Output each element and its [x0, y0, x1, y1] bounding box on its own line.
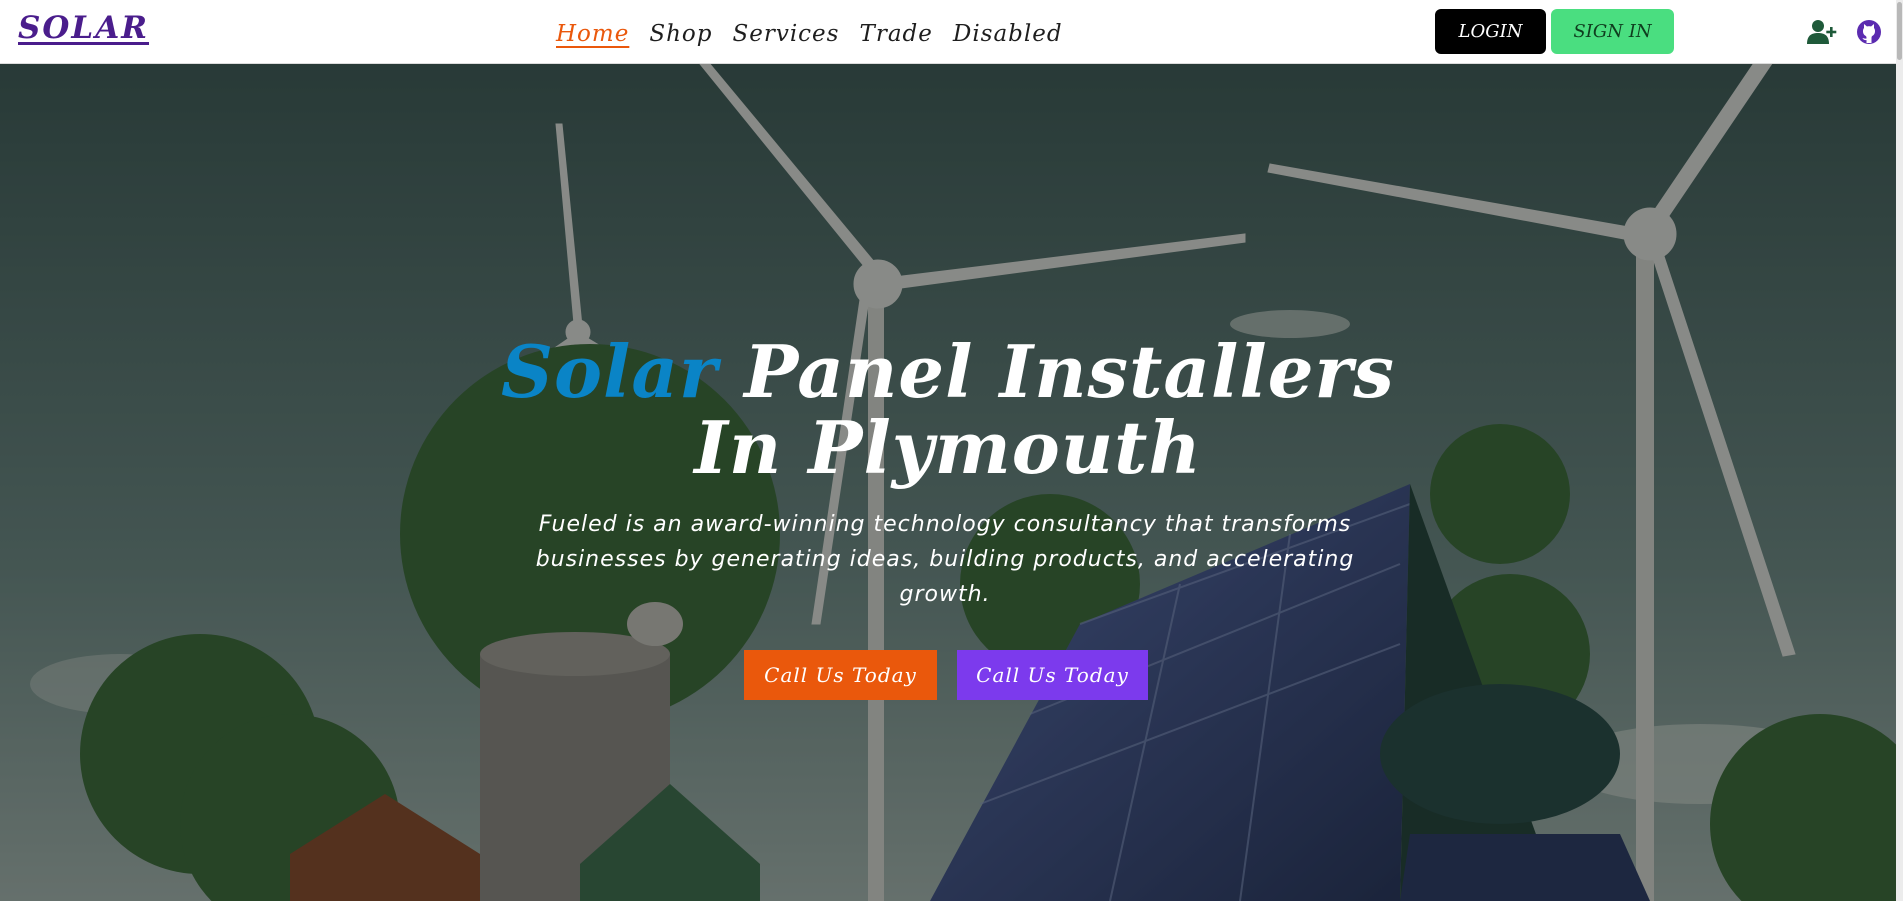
- nav-link-trade[interactable]: Trade: [859, 17, 932, 51]
- top-navbar: SOLAR Home Shop Services Trade Disabled …: [0, 0, 1903, 64]
- hero-title-accent: Solar: [501, 329, 718, 414]
- github-icon[interactable]: [1854, 17, 1884, 47]
- nav-link-shop[interactable]: Shop: [649, 17, 712, 51]
- login-button[interactable]: LOGIN: [1435, 9, 1546, 54]
- hero-subtitle: Fueled is an award-winning technology co…: [535, 512, 1355, 607]
- user-plus-icon[interactable]: [1807, 17, 1837, 47]
- hero-section: Solar Panel Installers In Plymouth Fuele…: [0, 64, 1896, 901]
- brand-logo[interactable]: SOLAR: [18, 10, 149, 46]
- call-us-today-button-secondary[interactable]: Call Us Today: [957, 650, 1148, 700]
- hero-title-line2: In Plymouth: [694, 405, 1202, 490]
- scrollbar-thumb[interactable]: [1897, 2, 1902, 60]
- call-us-today-button-primary[interactable]: Call Us Today: [744, 650, 937, 700]
- nav-link-home[interactable]: Home: [556, 17, 629, 51]
- vertical-scrollbar[interactable]: [1896, 0, 1903, 901]
- nav-link-services[interactable]: Services: [732, 17, 839, 51]
- hero-title-rest: Panel Installers: [744, 329, 1395, 414]
- signin-button[interactable]: SIGN IN: [1551, 9, 1674, 54]
- hero-title: Solar Panel Installers In Plymouth: [0, 334, 1896, 486]
- nav-link-disabled[interactable]: Disabled: [953, 17, 1063, 51]
- main-nav: Home Shop Services Trade Disabled: [556, 17, 1063, 51]
